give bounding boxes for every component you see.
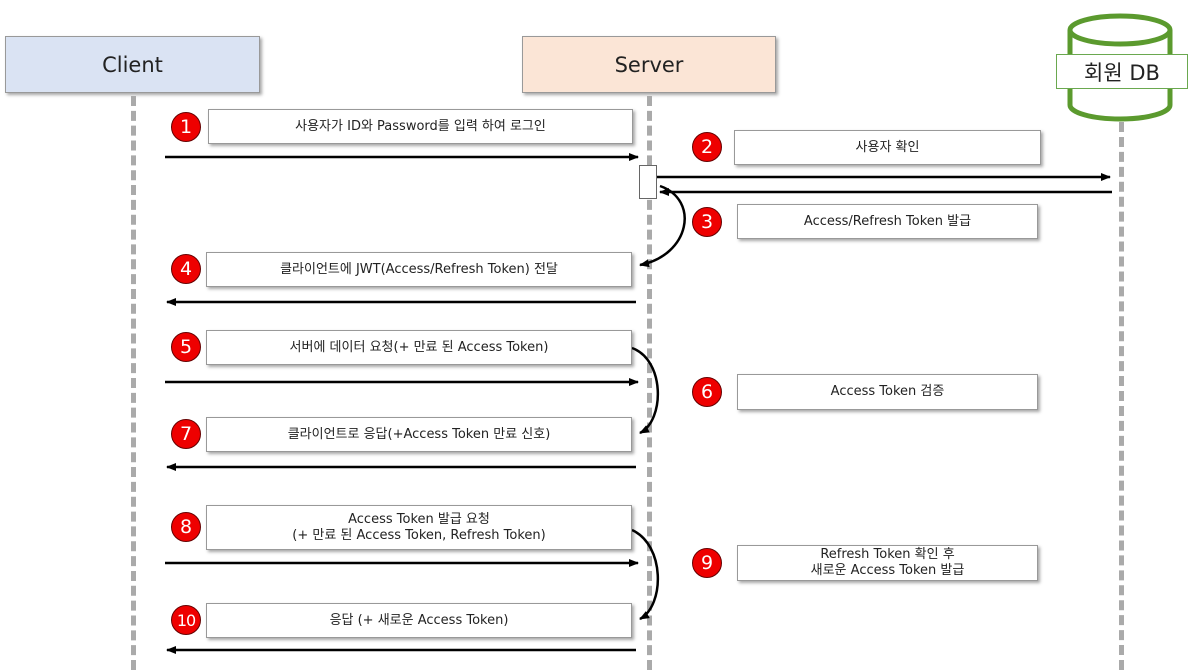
step-8-badge: 8	[171, 512, 201, 542]
step-1-badge: 1	[171, 112, 201, 142]
arrow-step-9	[631, 528, 659, 621]
step-4-badge: 4	[171, 254, 201, 284]
step-5-label: 서버에 데이터 요청(+ 만료 된 Access Token)	[206, 330, 632, 365]
step-4-label: 클라이언트에 JWT(Access/Refresh Token) 전달	[206, 252, 632, 287]
step-2-label: 사용자 확인	[734, 130, 1041, 165]
step-2-badge: 2	[692, 132, 722, 162]
step-8-label: Access Token 발급 요청 (+ 만료 된 Access Token,…	[206, 505, 632, 550]
step-10-badge: 10	[171, 605, 201, 635]
step-7-badge: 7	[171, 419, 201, 449]
step-6-label: Access Token 검증	[737, 374, 1038, 410]
step-10-label: 응답 (+ 새로운 Access Token)	[206, 603, 632, 638]
step-6-badge: 6	[692, 377, 722, 407]
step-3-label: Access/Refresh Token 발급	[737, 204, 1038, 239]
arrow-step-6	[631, 346, 659, 435]
step-3-badge: 3	[692, 207, 722, 237]
step-9-badge: 9	[692, 548, 722, 578]
step-5-badge: 5	[171, 332, 201, 362]
step-9-label: Refresh Token 확인 후 새로운 Access Token 발급	[737, 545, 1038, 581]
step-1-label: 사용자가 ID와 Password를 입력 하여 로그인	[208, 109, 633, 144]
arrow-step-3	[639, 184, 686, 268]
step-7-label: 클라이언트로 응답(+Access Token 만료 신호)	[206, 417, 632, 452]
